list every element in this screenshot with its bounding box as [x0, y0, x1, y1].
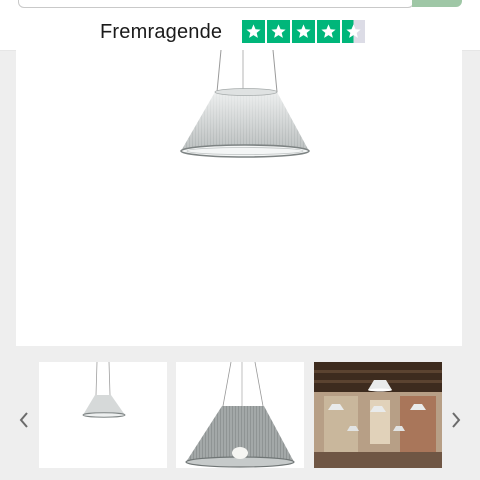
thumbnail-pendant-lamp-interior[interactable] [314, 362, 442, 468]
star-icon [242, 20, 265, 43]
search-input[interactable] [18, 0, 414, 8]
trustpilot-rating-bar[interactable] [0, 16, 480, 51]
pendant-lamp-grey-thumbnail [185, 362, 295, 468]
rating-label: Fremragende [100, 21, 223, 43]
pendant-lamp-interior-thumbnail [314, 362, 442, 468]
star-icon [267, 20, 290, 43]
half-star-icon [342, 20, 365, 43]
pendant-lamp-glass-shade [180, 49, 310, 158]
search-button[interactable] [412, 0, 462, 7]
pendant-lamp-clear-thumbnail [82, 362, 126, 418]
thumbnail-pendant-lamp-clear[interactable] [39, 362, 167, 468]
previous-image-button[interactable] [16, 405, 32, 435]
star-icon [317, 20, 340, 43]
star-icon [292, 20, 315, 43]
chevron-right-icon [452, 412, 461, 428]
rating-stars [242, 20, 365, 43]
next-image-button[interactable] [448, 405, 464, 435]
chevron-left-icon [19, 412, 28, 428]
main-product-image[interactable] [16, 49, 462, 346]
thumbnail-pendant-lamp-grey[interactable] [176, 362, 304, 468]
